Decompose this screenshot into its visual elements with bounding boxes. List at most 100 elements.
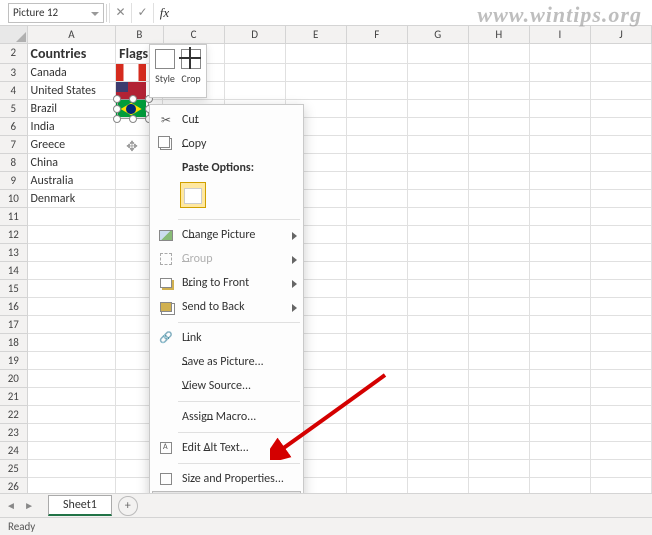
col-header[interactable]: E: [286, 26, 347, 43]
row-header[interactable]: 8: [0, 154, 28, 172]
cell[interactable]: [408, 388, 469, 406]
cell[interactable]: United States: [28, 82, 117, 100]
cell[interactable]: [408, 100, 469, 118]
cell[interactable]: [408, 208, 469, 226]
cell[interactable]: [591, 208, 652, 226]
cell[interactable]: [530, 442, 591, 460]
cell[interactable]: [28, 316, 117, 334]
col-header[interactable]: J: [591, 26, 652, 43]
cell[interactable]: [591, 334, 652, 352]
edit-alt-text-menu-item[interactable]: Edit Alt Text...: [150, 436, 303, 460]
cell[interactable]: [408, 262, 469, 280]
cell[interactable]: [591, 82, 652, 100]
col-header[interactable]: C: [164, 26, 225, 43]
cell[interactable]: [28, 280, 117, 298]
cell[interactable]: [469, 406, 530, 424]
col-header[interactable]: F: [347, 26, 408, 43]
cell[interactable]: [591, 298, 652, 316]
cell[interactable]: [530, 298, 591, 316]
cell[interactable]: [530, 388, 591, 406]
row-header[interactable]: 13: [0, 244, 28, 262]
cell[interactable]: [286, 64, 347, 82]
bring-to-front-menu-item[interactable]: Bring to Front: [150, 271, 303, 295]
col-header[interactable]: G: [408, 26, 469, 43]
cell[interactable]: [28, 370, 117, 388]
row-header[interactable]: 10: [0, 190, 28, 208]
cell[interactable]: [591, 316, 652, 334]
cell[interactable]: [28, 406, 117, 424]
cell[interactable]: [347, 226, 408, 244]
cell[interactable]: [347, 172, 408, 190]
cell[interactable]: [408, 334, 469, 352]
row-header[interactable]: 25: [0, 460, 28, 478]
cell[interactable]: [591, 370, 652, 388]
cell[interactable]: [530, 424, 591, 442]
cell[interactable]: [347, 208, 408, 226]
tab-nav-arrows[interactable]: ◄ ►: [6, 499, 37, 512]
name-box[interactable]: Picture 12: [8, 3, 104, 23]
row-header[interactable]: 6: [0, 118, 28, 136]
row-header[interactable]: 3: [0, 64, 28, 82]
cell[interactable]: [347, 442, 408, 460]
row-header[interactable]: 16: [0, 298, 28, 316]
style-button[interactable]: Style: [154, 49, 176, 93]
cell[interactable]: [469, 298, 530, 316]
cell[interactable]: [408, 136, 469, 154]
cell[interactable]: [591, 352, 652, 370]
cell[interactable]: [286, 44, 347, 64]
cell[interactable]: [591, 424, 652, 442]
cell[interactable]: [347, 316, 408, 334]
row-header[interactable]: 20: [0, 370, 28, 388]
cell[interactable]: [530, 370, 591, 388]
cell[interactable]: [469, 100, 530, 118]
cell[interactable]: [347, 82, 408, 100]
cell[interactable]: [408, 44, 469, 64]
cell[interactable]: [530, 316, 591, 334]
cell[interactable]: [469, 82, 530, 100]
formula-input[interactable]: [179, 3, 652, 23]
col-header[interactable]: H: [469, 26, 530, 43]
col-header[interactable]: D: [225, 26, 286, 43]
cell[interactable]: Denmark: [28, 190, 117, 208]
cell[interactable]: [591, 460, 652, 478]
paste-icon[interactable]: [180, 182, 206, 208]
cell[interactable]: [530, 406, 591, 424]
cell[interactable]: [591, 406, 652, 424]
cell[interactable]: [469, 388, 530, 406]
row-header[interactable]: 19: [0, 352, 28, 370]
cell[interactable]: Greece: [28, 136, 117, 154]
cell[interactable]: [225, 44, 286, 64]
flag-image[interactable]: [116, 100, 146, 118]
cell[interactable]: [347, 154, 408, 172]
cell[interactable]: [408, 370, 469, 388]
cell[interactable]: [28, 352, 117, 370]
cell[interactable]: [28, 226, 117, 244]
col-header[interactable]: A: [28, 26, 117, 43]
cell[interactable]: [469, 190, 530, 208]
row-header[interactable]: 14: [0, 262, 28, 280]
cell[interactable]: [408, 352, 469, 370]
cell[interactable]: [347, 136, 408, 154]
cell[interactable]: [408, 64, 469, 82]
cell[interactable]: [591, 280, 652, 298]
cell[interactable]: [469, 154, 530, 172]
cell[interactable]: [469, 44, 530, 64]
cell[interactable]: [347, 352, 408, 370]
save-as-picture-menu-item[interactable]: Save as Picture...: [150, 350, 303, 374]
cell[interactable]: [225, 82, 286, 100]
cell[interactable]: [469, 208, 530, 226]
cell[interactable]: [469, 172, 530, 190]
cell[interactable]: [530, 460, 591, 478]
cell[interactable]: [408, 442, 469, 460]
cell[interactable]: [591, 172, 652, 190]
cell[interactable]: [408, 190, 469, 208]
row-header[interactable]: 4: [0, 82, 28, 100]
cell[interactable]: [530, 118, 591, 136]
cell[interactable]: [591, 244, 652, 262]
cell[interactable]: [469, 424, 530, 442]
cell[interactable]: [530, 154, 591, 172]
cell[interactable]: [530, 244, 591, 262]
cell[interactable]: [408, 406, 469, 424]
cell[interactable]: [347, 280, 408, 298]
cell[interactable]: [347, 100, 408, 118]
